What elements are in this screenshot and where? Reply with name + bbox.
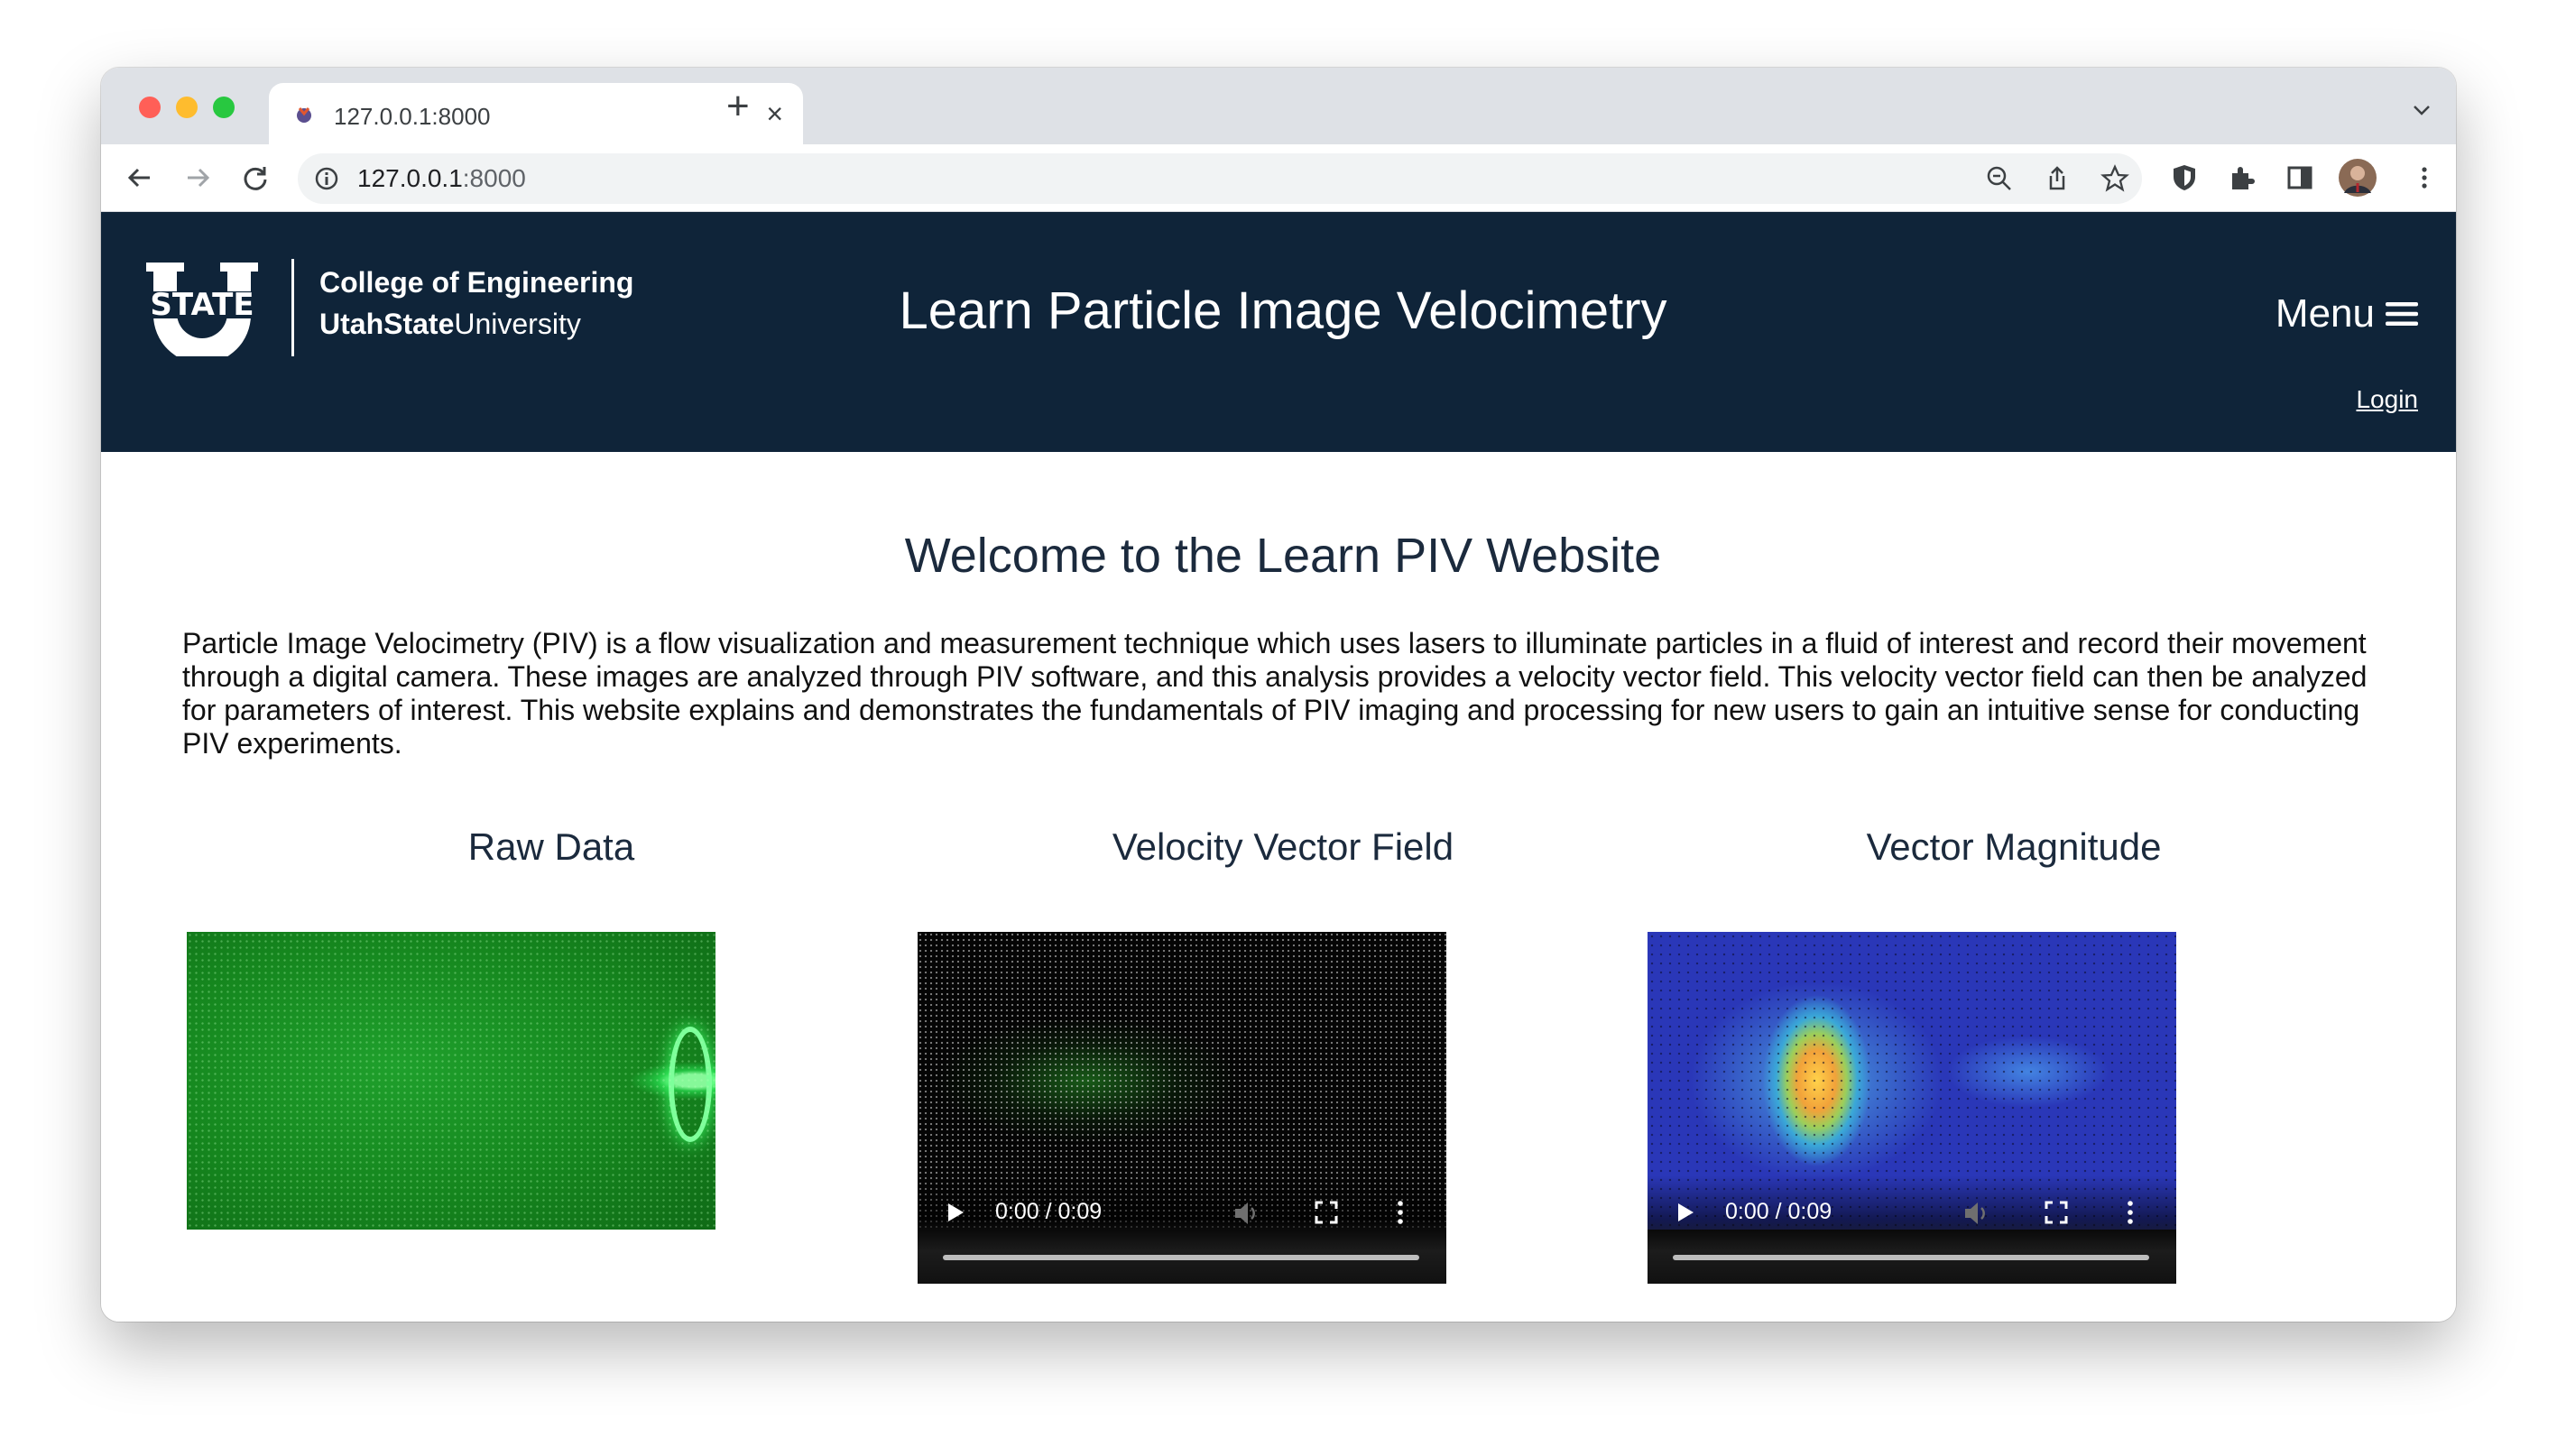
intro-paragraph: Particle Image Velocimetry (PIV) is a fl… bbox=[182, 627, 2368, 760]
vector-magnitude-heading: Vector Magnitude bbox=[1866, 825, 2162, 868]
vector-magnitude-video[interactable]: 0:00 / 0:09 bbox=[1648, 932, 2176, 1284]
hamburger-icon bbox=[2386, 302, 2418, 326]
velocity-vector-field-video[interactable]: 0:00 / 0:09 bbox=[918, 932, 1446, 1284]
zoom-icon[interactable] bbox=[1985, 164, 2014, 193]
video-controls: 0:00 / 0:09 bbox=[918, 1175, 1446, 1284]
raw-data-heading: Raw Data bbox=[467, 825, 635, 868]
laser-ring bbox=[669, 1027, 712, 1142]
maximize-window-button[interactable] bbox=[213, 97, 235, 118]
url-port: :8000 bbox=[462, 164, 526, 192]
more-options-icon[interactable] bbox=[1396, 1199, 1405, 1226]
video-time: 0:00 / 0:09 bbox=[995, 1199, 1103, 1224]
login-link[interactable]: Login bbox=[2356, 385, 2418, 414]
browser-window: 127.0.0.1:8000 × + 127.0.0.1:8000 STATE … bbox=[101, 68, 2456, 1322]
share-icon[interactable] bbox=[2043, 164, 2072, 193]
welcome-heading: Welcome to the Learn PIV Website bbox=[904, 529, 1662, 583]
puzzle-extensions-icon[interactable] bbox=[2225, 161, 2259, 195]
fullscreen-icon[interactable] bbox=[2045, 1201, 2068, 1224]
play-icon[interactable] bbox=[1676, 1203, 1694, 1222]
close-window-button[interactable] bbox=[139, 97, 161, 118]
close-tab-icon[interactable]: × bbox=[766, 97, 783, 130]
tab-title: 127.0.0.1:8000 bbox=[334, 103, 491, 130]
video-controls: 0:00 / 0:09 bbox=[1648, 1175, 2176, 1284]
volume-icon[interactable] bbox=[1233, 1201, 1260, 1226]
django-favicon-icon bbox=[297, 107, 311, 123]
volume-icon[interactable] bbox=[1963, 1201, 1990, 1226]
play-icon[interactable] bbox=[946, 1203, 965, 1222]
menu-label: Menu bbox=[2275, 291, 2375, 336]
kebab-menu-icon[interactable] bbox=[2407, 161, 2442, 195]
velocity-vector-field-heading: Velocity Vector Field bbox=[1112, 825, 1454, 868]
chevron-down-icon[interactable] bbox=[2413, 104, 2431, 116]
video-progress-bar[interactable] bbox=[1673, 1255, 2149, 1260]
tab-strip: 127.0.0.1:8000 × + bbox=[101, 68, 2456, 144]
fullscreen-icon[interactable] bbox=[1315, 1201, 1338, 1224]
address-bar[interactable]: 127.0.0.1:8000 bbox=[298, 153, 2142, 204]
more-options-icon[interactable] bbox=[2126, 1199, 2135, 1226]
site-title: Learn Particle Image Velocimetry bbox=[899, 281, 1667, 340]
bookmark-star-icon[interactable] bbox=[2100, 164, 2129, 193]
web-page: STATE College of Engineering UtahStateUn… bbox=[101, 212, 2456, 1322]
video-progress-bar[interactable] bbox=[943, 1255, 1419, 1260]
side-panel-icon[interactable] bbox=[2283, 161, 2317, 195]
site-header: STATE College of Engineering UtahStateUn… bbox=[101, 212, 2456, 452]
browser-toolbar: 127.0.0.1:8000 bbox=[101, 144, 2456, 212]
forward-arrow-icon[interactable] bbox=[180, 161, 215, 195]
site-info-icon[interactable] bbox=[314, 166, 339, 191]
back-arrow-icon[interactable] bbox=[123, 161, 157, 195]
video-time: 0:00 / 0:09 bbox=[1725, 1199, 1832, 1224]
reload-icon[interactable] bbox=[238, 161, 272, 195]
url-host: 127.0.0.1 bbox=[357, 164, 463, 192]
new-tab-button[interactable]: + bbox=[726, 84, 750, 129]
minimize-window-button[interactable] bbox=[176, 97, 198, 118]
menu-button[interactable]: Menu bbox=[2275, 291, 2418, 336]
browser-tab[interactable]: 127.0.0.1:8000 × bbox=[269, 83, 803, 144]
profile-avatar[interactable] bbox=[2339, 159, 2377, 197]
raw-data-image bbox=[187, 932, 715, 1230]
shield-extension-icon[interactable] bbox=[2167, 161, 2202, 195]
url-text: 127.0.0.1:8000 bbox=[357, 164, 526, 193]
